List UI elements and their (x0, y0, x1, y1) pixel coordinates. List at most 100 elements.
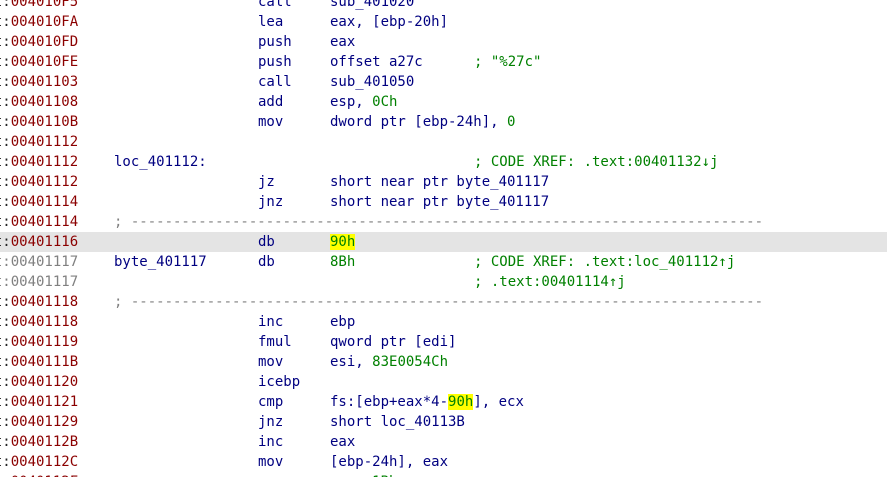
highlighted-token[interactable]: 90h (330, 234, 356, 250)
code-label[interactable]: loc_401112: (114, 152, 207, 172)
operand-token[interactable]: 0Ch (372, 94, 397, 110)
instruction-operands[interactable]: sub_401050 (330, 72, 414, 92)
instruction-operands[interactable]: 90h (330, 232, 356, 252)
operand-token[interactable]: esi, (330, 354, 372, 370)
operand-token[interactable]: ebp (330, 314, 355, 330)
operand-token[interactable]: sub_401050 (330, 74, 414, 90)
operand-token[interactable]: fs:[ebp+eax*4- (330, 394, 448, 410)
instruction-mnemonic[interactable]: call (258, 72, 292, 92)
listing-line[interactable]: ext:00401114 jnz short near ptr byte_40111… (0, 192, 887, 212)
line-address[interactable]: ext:00401108 (0, 92, 78, 112)
instruction-operands[interactable]: esi, 83E0054Ch (330, 352, 448, 372)
instruction-operands[interactable]: qword ptr [edi] (330, 332, 456, 352)
line-address[interactable]: ext:00401120 (0, 372, 78, 392)
code-label[interactable]: byte_401117 (114, 252, 207, 272)
operand-token[interactable]: sub_401020 (330, 0, 414, 10)
instruction-mnemonic[interactable]: inc (258, 312, 283, 332)
line-address[interactable]: ext:00401119 (0, 332, 78, 352)
operand-token[interactable]: offset a27c (330, 54, 423, 70)
line-address[interactable]: ext:004010FD (0, 32, 78, 52)
line-address[interactable]: ext:0040110B (0, 112, 78, 132)
operand-token[interactable]: short loc_40113B (330, 414, 465, 430)
listing-line[interactable]: ext:00401112 loc_401112: ; CODE XREF: .tex… (0, 152, 887, 172)
instruction-operands[interactable]: [ebp-24h], eax (330, 452, 448, 472)
listing-line[interactable]: ext:004010FD push eax (0, 32, 887, 52)
instruction-mnemonic[interactable]: db (258, 232, 275, 252)
operand-token[interactable]: eax (330, 434, 355, 450)
line-address[interactable]: ext:004010FA (0, 12, 78, 32)
operand-token[interactable]: ], ecx (473, 394, 524, 410)
line-address[interactable]: ext:00401118 (0, 292, 78, 312)
line-address[interactable]: ext:0040112F (0, 472, 78, 477)
instruction-operands[interactable]: fs:[ebp+eax*4-90h], ecx (330, 392, 524, 412)
instruction-mnemonic[interactable]: jz (258, 172, 275, 192)
line-address[interactable]: ext:00401103 (0, 72, 78, 92)
operand-token[interactable]: 83E0054Ch (372, 354, 448, 370)
operand-token[interactable]: 8Bh (330, 254, 355, 270)
line-address[interactable]: ext:00401121 (0, 392, 78, 412)
highlighted-token[interactable]: 90h (448, 394, 474, 410)
instruction-operands[interactable]: sub_401020 (330, 0, 414, 12)
line-address[interactable]: ext:00401114 (0, 212, 78, 232)
listing-line[interactable]: ext:00401129 jnz short loc_40113B (0, 412, 887, 432)
listing-line[interactable]: ext:00401117 ; .text:00401114↑j (0, 272, 887, 292)
line-address[interactable]: ext:00401129 (0, 412, 78, 432)
line-address[interactable]: ext:00401112 (0, 132, 78, 152)
instruction-operands[interactable]: offset a27c (330, 52, 423, 72)
listing-line[interactable]: ext:00401108 add esp, 0Ch (0, 92, 887, 112)
listing-line[interactable]: ext:0040112F cmp eax, 1Bh (0, 472, 887, 477)
operand-token[interactable]: [ebp-24h], eax (330, 454, 448, 470)
listing-line[interactable]: ext:00401112 jz short near ptr byte_401117 (0, 172, 887, 192)
operand-token[interactable]: eax, [ebp-20h] (330, 14, 448, 30)
line-address[interactable]: ext:00401117 (0, 272, 78, 292)
operand-token[interactable]: dword ptr [ebp-24h], (330, 114, 507, 130)
listing-line[interactable]: ext:00401119 fmul qword ptr [edi] (0, 332, 887, 352)
listing-line[interactable]: ext:0040112C mov [ebp-24h], eax (0, 452, 887, 472)
instruction-operands[interactable]: ebp (330, 312, 355, 332)
line-address[interactable]: ext:0040111B (0, 352, 78, 372)
instruction-mnemonic[interactable]: jnz (258, 412, 283, 432)
instruction-mnemonic[interactable]: add (258, 92, 283, 112)
listing-line[interactable]: ext:0040110B mov dword ptr [ebp-24h], 0 (0, 112, 887, 132)
listing-line[interactable]: ext:004010FE push offset a27c ; "%27c" (0, 52, 887, 72)
line-address[interactable]: ext:0040112B (0, 432, 78, 452)
listing-line[interactable]: ext:0040112B inc eax (0, 432, 887, 452)
instruction-operands[interactable]: short loc_40113B (330, 412, 465, 432)
instruction-mnemonic[interactable]: mov (258, 352, 283, 372)
instruction-operands[interactable]: eax (330, 432, 355, 452)
line-address[interactable]: ext:00401114 (0, 192, 78, 212)
instruction-operands[interactable]: 8Bh (330, 252, 355, 272)
instruction-mnemonic[interactable]: mov (258, 112, 283, 132)
listing-line[interactable]: ext:004010FA lea eax, [ebp-20h] (0, 12, 887, 32)
operand-token[interactable]: 0 (507, 114, 515, 130)
instruction-mnemonic[interactable]: lea (258, 12, 283, 32)
instruction-operands[interactable]: esp, 0Ch (330, 92, 397, 112)
listing-line[interactable]: ext:00401117 byte_401117 db 8Bh ; CODE XREF:… (0, 252, 887, 272)
operand-token[interactable]: eax (330, 34, 355, 50)
instruction-mnemonic[interactable]: mov (258, 452, 283, 472)
listing-line[interactable]: ext:00401103 call sub_401050 (0, 72, 887, 92)
listing-line[interactable]: ext:0040111B mov esi, 83E0054Ch (0, 352, 887, 372)
line-address[interactable]: ext:00401117 (0, 252, 78, 272)
listing-line[interactable]: ext:00401120 icebp (0, 372, 887, 392)
line-address[interactable]: ext:004010F5 (0, 0, 78, 12)
line-address[interactable]: ext:0040112C (0, 452, 78, 472)
current-line[interactable]: ext:00401116 db 90h (0, 232, 887, 252)
operand-token[interactable]: short near ptr byte_401117 (330, 194, 549, 210)
instruction-operands[interactable]: short near ptr byte_401117 (330, 172, 549, 192)
instruction-mnemonic[interactable]: cmp (258, 472, 283, 477)
listing-line[interactable]: ext:00401114 ; --------------------------… (0, 212, 887, 232)
instruction-operands[interactable]: eax, [ebp-20h] (330, 12, 448, 32)
instruction-operands[interactable]: short near ptr byte_401117 (330, 192, 549, 212)
line-address[interactable]: ext:00401112 (0, 152, 78, 172)
operand-token[interactable]: esp, (330, 94, 372, 110)
listing-line[interactable]: ext:00401118 inc ebp (0, 312, 887, 332)
instruction-mnemonic[interactable]: call (258, 0, 292, 12)
instruction-mnemonic[interactable]: push (258, 52, 292, 72)
disassembly-view[interactable]: ext:004010F5 call sub_401020 ext:004010FA le… (0, 0, 887, 477)
line-address[interactable]: ext:004010FE (0, 52, 78, 72)
line-address[interactable]: ext:00401112 (0, 172, 78, 192)
instruction-operands[interactable]: dword ptr [ebp-24h], 0 (330, 112, 515, 132)
operand-token[interactable]: short near ptr byte_401117 (330, 174, 549, 190)
listing-line[interactable]: ext:00401121 cmp fs:[ebp+eax*4-90h], ecx (0, 392, 887, 412)
